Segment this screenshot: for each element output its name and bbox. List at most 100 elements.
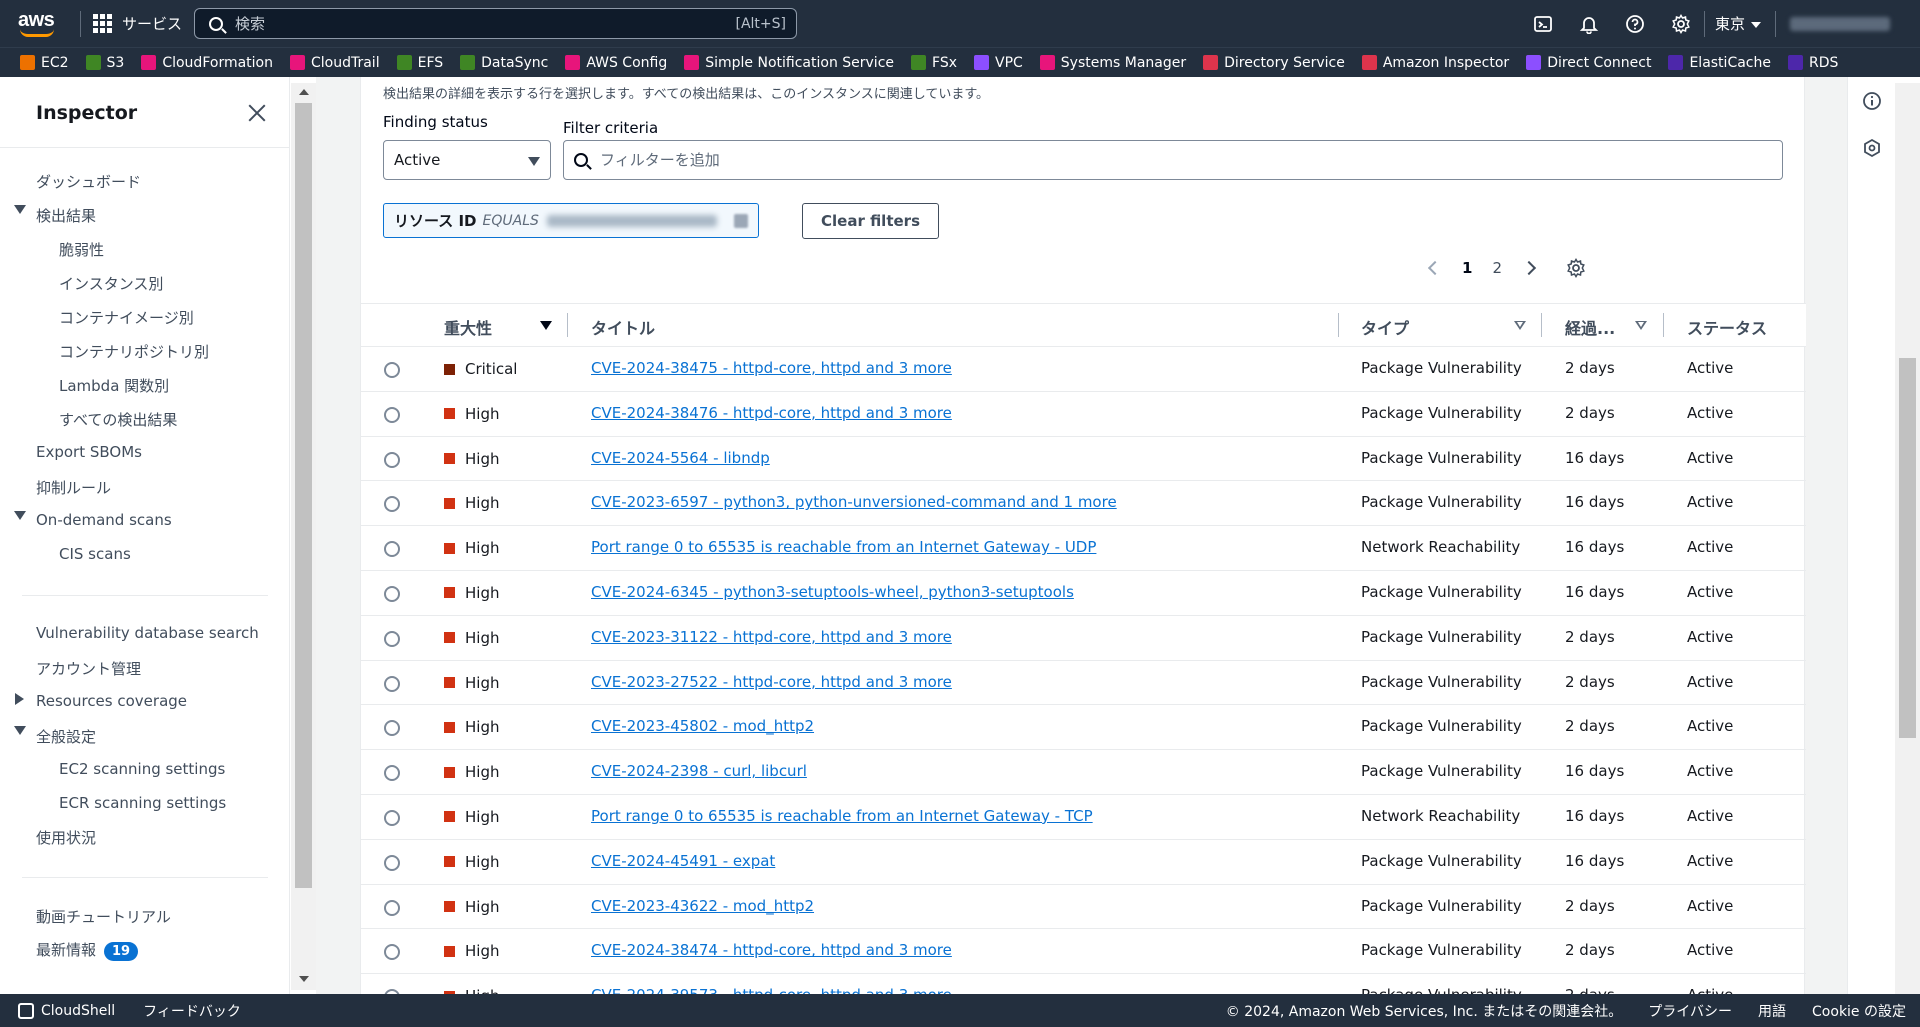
sidebar-item-vulnerability[interactable]: 脆弱性 <box>59 239 104 260</box>
terms-link[interactable]: 用語 <box>1758 1001 1786 1021</box>
table-row[interactable]: High CVE-2024-6345 - python3-setuptools-w… <box>361 571 1806 616</box>
finding-title-link[interactable]: CVE-2024-38476 - httpd-core, httpd and 3… <box>591 404 952 422</box>
caret-down-icon[interactable] <box>14 726 26 735</box>
scroll-down-icon[interactable] <box>299 976 309 982</box>
col-type[interactable]: タイプ <box>1361 315 1409 339</box>
favorite-datasync[interactable]: DataSync <box>460 55 548 71</box>
table-row[interactable]: High CVE-2023-6597 - python3, python-unve… <box>361 481 1806 527</box>
col-age[interactable]: 経過... <box>1565 315 1615 339</box>
sidebar-item-usage[interactable]: 使用状況 <box>36 827 96 848</box>
col-severity[interactable]: 重大性 <box>444 315 492 339</box>
finding-title-link[interactable]: CVE-2023-31122 - httpd-core, httpd and 3… <box>591 628 952 646</box>
global-search[interactable]: [Alt+S] <box>194 8 797 39</box>
sidebar-item-on-demand-scans[interactable]: On-demand scans <box>36 511 172 529</box>
column-divider[interactable] <box>567 313 568 337</box>
sort-icon[interactable] <box>1514 321 1526 330</box>
row-radio[interactable] <box>384 541 400 558</box>
finding-title-link[interactable]: Port range 0 to 65535 is reachable from … <box>591 538 1096 556</box>
finding-title-link[interactable]: CVE-2023-43622 - mod_http2 <box>591 897 814 915</box>
row-radio[interactable] <box>384 809 400 826</box>
close-icon[interactable] <box>734 214 748 228</box>
close-icon[interactable] <box>246 102 268 124</box>
clear-filters-button[interactable]: Clear filters <box>802 203 939 239</box>
search-input[interactable] <box>235 14 715 33</box>
column-divider[interactable] <box>1663 313 1664 337</box>
finding-title-link[interactable]: CVE-2023-6597 - python3, python-unversio… <box>591 493 1117 511</box>
table-row[interactable]: High Port range 0 to 65535 is reachable f… <box>361 526 1806 571</box>
caret-down-icon[interactable] <box>14 511 26 520</box>
sidebar-item-ec2-scanning[interactable]: EC2 scanning settings <box>59 760 225 778</box>
favorite-elasticache[interactable]: ElastiCache <box>1668 55 1771 71</box>
favorite-vpc[interactable]: VPC <box>974 55 1023 71</box>
favorite-s3[interactable]: S3 <box>85 55 124 71</box>
sidebar-item-whats-new[interactable]: 最新情報 19 <box>36 939 139 961</box>
filter-criteria-box[interactable] <box>563 140 1783 180</box>
finding-title-link[interactable]: CVE-2024-39573 - httpd-core, httpd and 3… <box>591 986 952 994</box>
column-divider[interactable] <box>1541 313 1542 337</box>
gear-icon[interactable] <box>1670 13 1692 35</box>
gear-icon[interactable] <box>1566 258 1586 278</box>
sidebar-item-by-instance[interactable]: インスタンス別 <box>59 273 163 294</box>
row-radio[interactable] <box>384 720 400 737</box>
row-radio[interactable] <box>384 765 400 782</box>
row-radio[interactable] <box>384 899 400 916</box>
table-row[interactable]: High CVE-2024-45491 - expat Package Vulner… <box>361 840 1806 885</box>
finding-title-link[interactable]: CVE-2024-45491 - expat <box>591 852 775 870</box>
sidebar-item-by-container-image[interactable]: コンテナイメージ別 <box>59 307 194 328</box>
sidebar-scroll-thumb[interactable] <box>295 103 312 888</box>
table-row[interactable]: High CVE-2024-39573 - httpd-core, httpd a… <box>361 974 1806 994</box>
row-radio[interactable] <box>384 362 400 378</box>
chevron-left-icon[interactable] <box>1427 260 1443 276</box>
aws-logo[interactable]: aws <box>18 9 58 39</box>
row-radio[interactable] <box>384 496 400 513</box>
col-status[interactable]: ステータス <box>1687 315 1767 339</box>
sidebar-item-by-lambda[interactable]: Lambda 関数別 <box>59 375 169 396</box>
table-row[interactable]: High CVE-2024-2398 - curl, libcurl Package… <box>361 750 1806 795</box>
table-row[interactable]: High CVE-2023-45802 - mod_http2 Package Vu… <box>361 705 1806 751</box>
caret-down-icon[interactable] <box>14 205 26 214</box>
region-selector[interactable]: 東京 <box>1715 13 1761 34</box>
scroll-up-icon[interactable] <box>299 89 309 95</box>
finding-title-link[interactable]: CVE-2024-38474 - httpd-core, httpd and 3… <box>591 941 952 959</box>
sidebar-item-findings[interactable]: 検出結果 <box>36 205 96 226</box>
column-divider[interactable] <box>1338 313 1339 337</box>
bell-icon[interactable] <box>1578 13 1600 35</box>
row-radio[interactable] <box>384 406 400 423</box>
help-icon[interactable] <box>1624 13 1646 35</box>
row-radio[interactable] <box>384 451 400 468</box>
favorite-fsx[interactable]: FSx <box>911 55 957 71</box>
favorite-systems-manager[interactable]: Systems Manager <box>1039 55 1186 71</box>
favorite-efs[interactable]: EFS <box>396 55 443 71</box>
main-scroll-thumb[interactable] <box>1899 358 1916 738</box>
favorite-amazon-inspector[interactable]: Amazon Inspector <box>1361 55 1509 71</box>
table-row[interactable]: High CVE-2024-5564 - libndp Package Vulner… <box>361 437 1806 482</box>
account-menu-blurred[interactable] <box>1790 16 1890 31</box>
sidebar-item-resources-coverage[interactable]: Resources coverage <box>36 692 187 710</box>
filter-token[interactable]: リソース ID EQUALS <box>383 203 759 238</box>
filter-input[interactable] <box>600 151 1700 169</box>
table-row[interactable]: High CVE-2023-27522 - httpd-core, httpd a… <box>361 661 1806 706</box>
table-row[interactable]: High CVE-2024-38474 - httpd-core, httpd a… <box>361 929 1806 975</box>
hexagon-settings-icon[interactable] <box>1862 138 1882 158</box>
favorite-cloudtrail[interactable]: CloudTrail <box>289 55 380 71</box>
finding-title-link[interactable]: CVE-2024-38475 - httpd-core, httpd and 3… <box>591 359 952 377</box>
favorite-ec2[interactable]: EC2 <box>20 55 69 71</box>
page-1[interactable]: 1 <box>1462 259 1472 277</box>
table-row[interactable]: High CVE-2023-31122 - httpd-core, httpd a… <box>361 616 1806 661</box>
chevron-right-icon[interactable] <box>1521 260 1537 276</box>
favorite-aws-config[interactable]: AWS Config <box>565 55 667 71</box>
table-row[interactable]: High Port range 0 to 65535 is reachable f… <box>361 795 1806 840</box>
row-radio[interactable] <box>384 675 400 692</box>
services-menu-button[interactable]: サービス <box>93 13 182 34</box>
table-row[interactable]: High CVE-2024-38476 - httpd-core, httpd a… <box>361 392 1806 437</box>
row-radio[interactable] <box>384 585 400 602</box>
finding-title-link[interactable]: CVE-2024-2398 - curl, libcurl <box>591 762 807 780</box>
row-radio[interactable] <box>384 944 400 961</box>
feedback-link[interactable]: フィードバック <box>143 1001 241 1021</box>
cloudshell-icon[interactable] <box>1532 13 1554 35</box>
sidebar-item-cis-scans[interactable]: CIS scans <box>59 545 131 563</box>
row-radio[interactable] <box>384 630 400 647</box>
page-2[interactable]: 2 <box>1492 259 1502 277</box>
sidebar-item-suppression-rules[interactable]: 抑制ルール <box>36 477 111 498</box>
cloudshell-button[interactable]: CloudShell <box>18 1002 115 1019</box>
